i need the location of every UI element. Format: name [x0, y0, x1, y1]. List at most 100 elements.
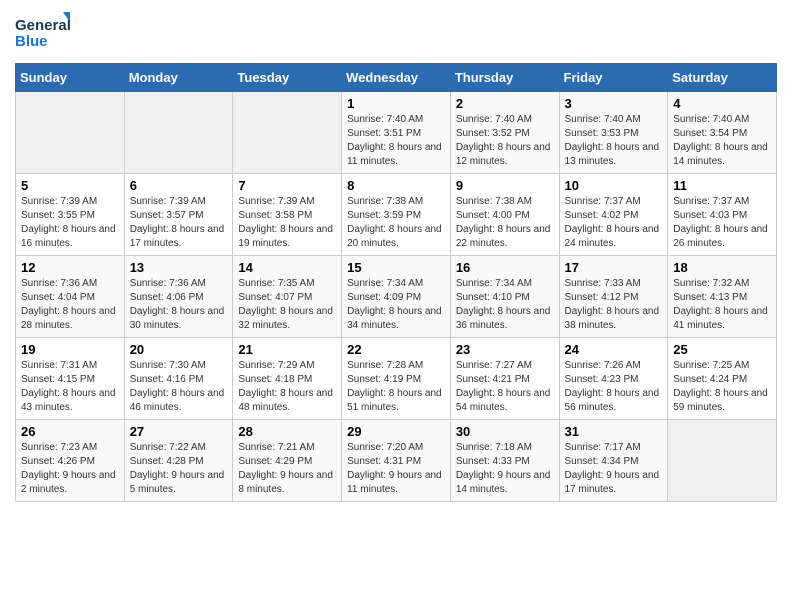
calendar-cell: 6 Sunrise: 7:39 AM Sunset: 3:57 PM Daylig…: [124, 174, 233, 256]
day-number: 26: [21, 424, 119, 439]
calendar-cell: 30 Sunrise: 7:18 AM Sunset: 4:33 PM Dayli…: [450, 420, 559, 502]
day-number: 18: [673, 260, 771, 275]
weekday-header-monday: Monday: [124, 64, 233, 92]
day-number: 31: [565, 424, 663, 439]
calendar-cell: 8 Sunrise: 7:38 AM Sunset: 3:59 PM Daylig…: [342, 174, 451, 256]
day-number: 16: [456, 260, 554, 275]
calendar-cell: 4 Sunrise: 7:40 AM Sunset: 3:54 PM Daylig…: [668, 92, 777, 174]
day-number: 8: [347, 178, 445, 193]
day-info: Sunrise: 7:26 AM Sunset: 4:23 PM Dayligh…: [565, 359, 663, 415]
calendar-cell: 12 Sunrise: 7:36 AM Sunset: 4:04 PM Dayli…: [16, 256, 125, 338]
day-number: 28: [238, 424, 336, 439]
day-info: Sunrise: 7:22 AM Sunset: 4:28 PM Dayligh…: [130, 441, 228, 497]
weekday-header-thursday: Thursday: [450, 64, 559, 92]
day-number: 19: [21, 342, 119, 357]
calendar-cell: 24Sunrise: 7:26 AM Sunset: 4:23 PM Dayli…: [559, 338, 668, 420]
calendar-week-3: 12 Sunrise: 7:36 AM Sunset: 4:04 PM Dayli…: [16, 256, 777, 338]
calendar-cell: 26 Sunrise: 7:23 AM Sunset: 4:26 PM Dayli…: [16, 420, 125, 502]
day-info: Sunrise: 7:38 AM Sunset: 3:59 PM Dayligh…: [347, 195, 445, 251]
day-info: Sunrise: 7:25 AM Sunset: 4:24 PM Dayligh…: [673, 359, 771, 415]
day-info: Sunrise: 7:37 AM Sunset: 4:03 PM Dayligh…: [673, 195, 771, 251]
day-info: Sunrise: 7:34 AM Sunset: 4:10 PM Dayligh…: [456, 277, 554, 333]
calendar-cell: 21 Sunrise: 7:29 AM Sunset: 4:18 PM Dayli…: [233, 338, 342, 420]
day-number: 12: [21, 260, 119, 275]
day-number: 7: [238, 178, 336, 193]
day-info: Sunrise: 7:33 AM Sunset: 4:12 PM Dayligh…: [565, 277, 663, 333]
weekday-header-wednesday: Wednesday: [342, 64, 451, 92]
weekday-header-row: SundayMondayTuesdayWednesdayThursdayFrid…: [16, 64, 777, 92]
weekday-header-sunday: Sunday: [16, 64, 125, 92]
day-info: Sunrise: 7:27 AM Sunset: 4:21 PM Dayligh…: [456, 359, 554, 415]
day-info: Sunrise: 7:39 AM Sunset: 3:58 PM Dayligh…: [238, 195, 336, 251]
calendar-cell: 28 Sunrise: 7:21 AM Sunset: 4:29 PM Dayli…: [233, 420, 342, 502]
calendar-cell: 25 Sunrise: 7:25 AM Sunset: 4:24 PM Dayli…: [668, 338, 777, 420]
weekday-header-friday: Friday: [559, 64, 668, 92]
day-number: 10: [565, 178, 663, 193]
calendar-cell: 13 Sunrise: 7:36 AM Sunset: 4:06 PM Dayli…: [124, 256, 233, 338]
day-number: 13: [130, 260, 228, 275]
day-info: Sunrise: 7:40 AM Sunset: 3:53 PM Dayligh…: [565, 113, 663, 169]
day-number: 22: [347, 342, 445, 357]
calendar-week-5: 26 Sunrise: 7:23 AM Sunset: 4:26 PM Dayli…: [16, 420, 777, 502]
day-info: Sunrise: 7:23 AM Sunset: 4:26 PM Dayligh…: [21, 441, 119, 497]
day-number: 17: [565, 260, 663, 275]
day-number: 14: [238, 260, 336, 275]
day-number: 15: [347, 260, 445, 275]
day-info: Sunrise: 7:36 AM Sunset: 4:04 PM Dayligh…: [21, 277, 119, 333]
day-info: Sunrise: 7:40 AM Sunset: 3:54 PM Dayligh…: [673, 113, 771, 169]
calendar-cell: 18 Sunrise: 7:32 AM Sunset: 4:13 PM Dayli…: [668, 256, 777, 338]
day-info: Sunrise: 7:34 AM Sunset: 4:09 PM Dayligh…: [347, 277, 445, 333]
day-info: Sunrise: 7:30 AM Sunset: 4:16 PM Dayligh…: [130, 359, 228, 415]
calendar-cell: 31 Sunrise: 7:17 AM Sunset: 4:34 PM Dayli…: [559, 420, 668, 502]
day-number: 3: [565, 96, 663, 111]
calendar-cell: 2Sunrise: 7:40 AM Sunset: 3:52 PM Daylig…: [450, 92, 559, 174]
day-number: 9: [456, 178, 554, 193]
day-number: 27: [130, 424, 228, 439]
day-number: 4: [673, 96, 771, 111]
day-info: Sunrise: 7:31 AM Sunset: 4:15 PM Dayligh…: [21, 359, 119, 415]
day-info: Sunrise: 7:29 AM Sunset: 4:18 PM Dayligh…: [238, 359, 336, 415]
day-info: Sunrise: 7:35 AM Sunset: 4:07 PM Dayligh…: [238, 277, 336, 333]
day-info: Sunrise: 7:38 AM Sunset: 4:00 PM Dayligh…: [456, 195, 554, 251]
calendar-cell: 11 Sunrise: 7:37 AM Sunset: 4:03 PM Dayli…: [668, 174, 777, 256]
calendar-cell: 7 Sunrise: 7:39 AM Sunset: 3:58 PM Daylig…: [233, 174, 342, 256]
day-number: 25: [673, 342, 771, 357]
day-number: 1: [347, 96, 445, 111]
calendar-cell: 1 Sunrise: 7:40 AM Sunset: 3:51 PM Daylig…: [342, 92, 451, 174]
weekday-header-saturday: Saturday: [668, 64, 777, 92]
calendar-cell: 22 Sunrise: 7:28 AM Sunset: 4:19 PM Dayli…: [342, 338, 451, 420]
day-number: 20: [130, 342, 228, 357]
calendar-table: SundayMondayTuesdayWednesdayThursdayFrid…: [15, 63, 777, 502]
calendar-cell: [233, 92, 342, 174]
weekday-header-tuesday: Tuesday: [233, 64, 342, 92]
calendar-cell: 29 Sunrise: 7:20 AM Sunset: 4:31 PM Dayli…: [342, 420, 451, 502]
day-info: Sunrise: 7:20 AM Sunset: 4:31 PM Dayligh…: [347, 441, 445, 497]
day-info: Sunrise: 7:39 AM Sunset: 3:55 PM Dayligh…: [21, 195, 119, 251]
day-number: 21: [238, 342, 336, 357]
calendar-cell: 9 Sunrise: 7:38 AM Sunset: 4:00 PM Daylig…: [450, 174, 559, 256]
day-info: Sunrise: 7:21 AM Sunset: 4:29 PM Dayligh…: [238, 441, 336, 497]
page-header: General Blue: [15, 10, 777, 55]
calendar-cell: 17 Sunrise: 7:33 AM Sunset: 4:12 PM Dayli…: [559, 256, 668, 338]
day-number: 11: [673, 178, 771, 193]
day-info: Sunrise: 7:32 AM Sunset: 4:13 PM Dayligh…: [673, 277, 771, 333]
day-number: 6: [130, 178, 228, 193]
day-info: Sunrise: 7:40 AM Sunset: 3:51 PM Dayligh…: [347, 113, 445, 169]
calendar-week-1: 1 Sunrise: 7:40 AM Sunset: 3:51 PM Daylig…: [16, 92, 777, 174]
calendar-week-4: 19 Sunrise: 7:31 AM Sunset: 4:15 PM Dayli…: [16, 338, 777, 420]
day-info: Sunrise: 7:18 AM Sunset: 4:33 PM Dayligh…: [456, 441, 554, 497]
day-info: Sunrise: 7:39 AM Sunset: 3:57 PM Dayligh…: [130, 195, 228, 251]
day-info: Sunrise: 7:17 AM Sunset: 4:34 PM Dayligh…: [565, 441, 663, 497]
calendar-cell: 14 Sunrise: 7:35 AM Sunset: 4:07 PM Dayli…: [233, 256, 342, 338]
day-number: 2: [456, 96, 554, 111]
day-info: Sunrise: 7:36 AM Sunset: 4:06 PM Dayligh…: [130, 277, 228, 333]
calendar-cell: [668, 420, 777, 502]
day-number: 29: [347, 424, 445, 439]
day-info: Sunrise: 7:28 AM Sunset: 4:19 PM Dayligh…: [347, 359, 445, 415]
day-number: 5: [21, 178, 119, 193]
calendar-cell: 27 Sunrise: 7:22 AM Sunset: 4:28 PM Dayli…: [124, 420, 233, 502]
calendar-cell: [124, 92, 233, 174]
logo: General Blue: [15, 10, 70, 55]
svg-text:General: General: [15, 17, 70, 34]
day-number: 30: [456, 424, 554, 439]
